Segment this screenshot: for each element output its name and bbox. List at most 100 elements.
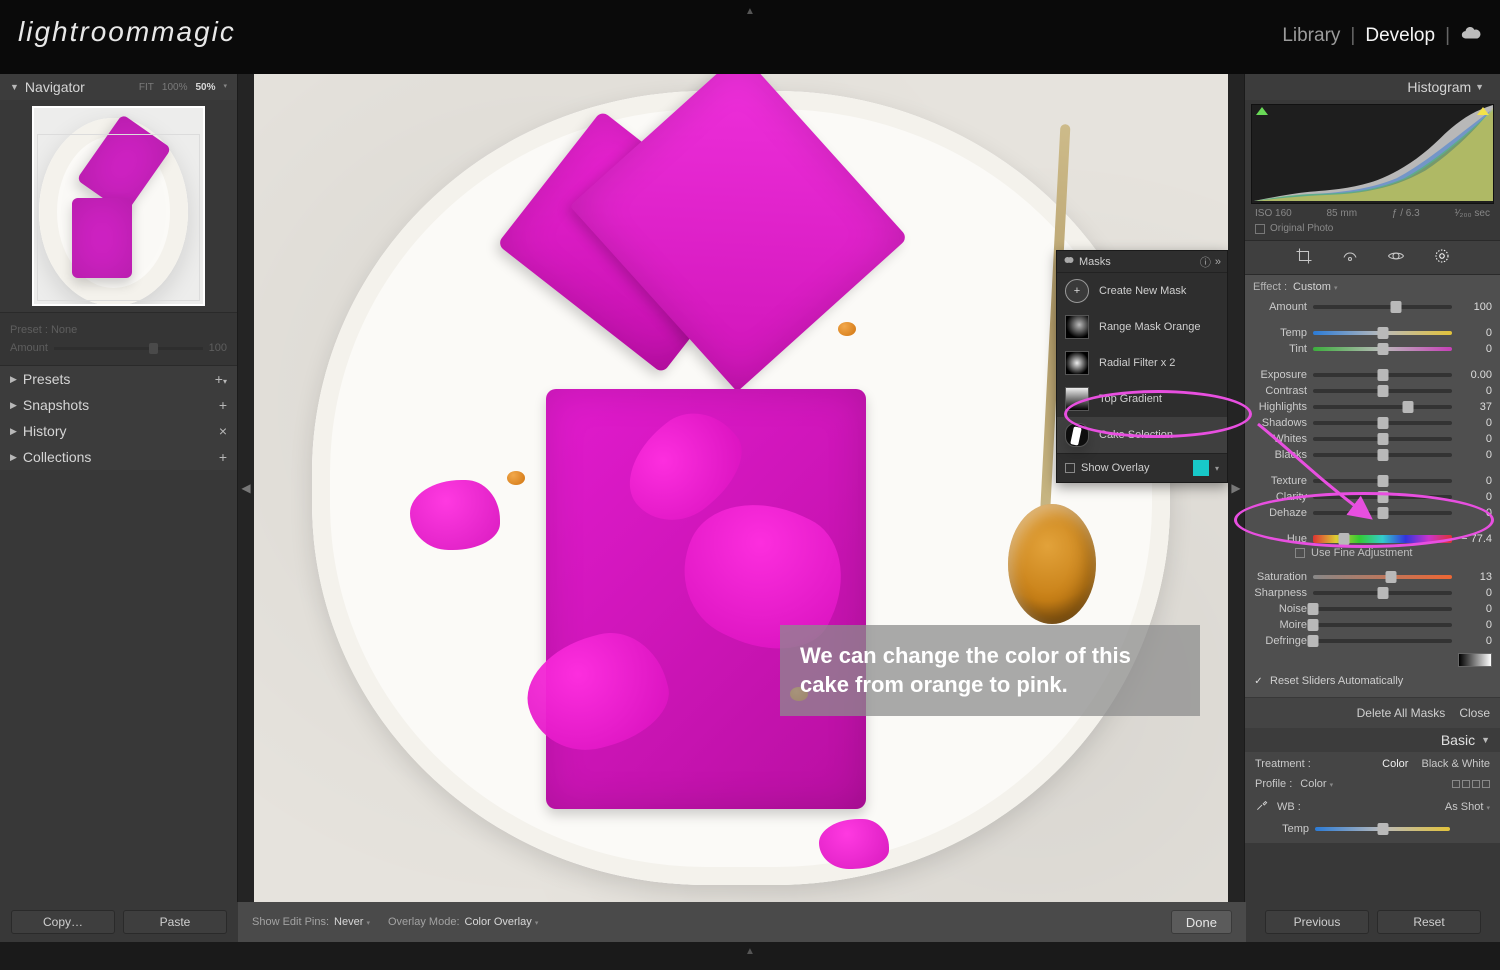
profile-browser-icon[interactable] [1452,780,1490,788]
texture-slider[interactable] [1313,479,1452,483]
basic-temp-slider[interactable] [1315,827,1450,831]
collections-header[interactable]: ▶Collections+ [0,444,237,470]
hue-value[interactable]: − 77.4 [1458,533,1492,545]
amount-slider[interactable] [1313,305,1452,309]
zoom-fit[interactable]: FIT [139,82,154,93]
sharpness-slider[interactable] [1313,591,1452,595]
crop-tool-icon[interactable] [1295,247,1313,268]
blacks-slider[interactable] [1313,453,1452,457]
hue-slider[interactable] [1313,535,1452,543]
history-header[interactable]: ▶History× [0,418,237,444]
filmstrip-toggle[interactable]: ▲ [0,942,1500,970]
temp-value[interactable]: 0 [1458,327,1492,339]
previous-button[interactable]: Previous [1265,910,1369,934]
histogram-header[interactable]: Histogram ▼ [1245,74,1500,100]
chevron-down-icon: ▼ [1475,82,1484,92]
reset-auto-checkbox[interactable]: ✓ [1253,676,1264,687]
noise-slider[interactable] [1313,607,1452,611]
create-new-mask[interactable]: + Create New Mask [1057,273,1227,309]
defringe-slider[interactable] [1313,639,1452,643]
basic-header[interactable]: Basic▼ [1245,728,1500,752]
cloud-sync-icon[interactable] [1460,22,1482,50]
navigator-header[interactable]: ▼ Navigator FIT 100% 50% ▾ [0,74,237,100]
amount-value[interactable]: 100 [1458,301,1492,313]
zoom-menu-icon[interactable]: ▾ [223,82,227,93]
module-library[interactable]: Library [1282,25,1340,47]
highlights-value[interactable]: 37 [1458,401,1492,413]
paste-button[interactable]: Paste [123,910,227,934]
saturation-value[interactable]: 13 [1458,571,1492,583]
zoom-100[interactable]: 100% [162,82,188,93]
mask-item-gradient[interactable]: Top Gradient [1057,381,1227,417]
texture-value[interactable]: 0 [1458,475,1492,487]
blacks-value[interactable]: 0 [1458,449,1492,461]
wb-dropper-icon[interactable] [1255,798,1269,815]
clarity-value[interactable]: 0 [1458,491,1492,503]
dehaze-slider[interactable] [1313,511,1452,515]
shadows-value[interactable]: 0 [1458,417,1492,429]
effect-preset-menu[interactable]: Custom ▾ [1293,281,1337,293]
done-button[interactable]: Done [1171,910,1232,934]
sharpness-value[interactable]: 0 [1458,587,1492,599]
treatment-bw[interactable]: Black & White [1422,758,1490,770]
add-icon[interactable]: +▾ [215,371,227,387]
mask-item-cake[interactable]: Cake Selection [1057,417,1227,453]
wb-preset-menu[interactable]: As Shot ▾ [1445,801,1490,813]
redeye-tool-icon[interactable] [1387,247,1405,268]
whites-slider[interactable] [1313,437,1452,441]
mask-adjustments: Effect :Custom ▾ Amount100Temp0Tint0Expo… [1245,275,1500,697]
mask-tool-icon[interactable] [1433,247,1451,268]
show-overlay-checkbox[interactable] [1065,463,1075,473]
exposure-slider[interactable] [1313,373,1452,377]
copy-button[interactable]: Copy… [11,910,115,934]
heal-tool-icon[interactable] [1341,247,1359,268]
moire-slider[interactable] [1313,623,1452,627]
mask-item-radial[interactable]: Radial Filter x 2 [1057,345,1227,381]
original-photo-checkbox[interactable] [1255,224,1265,234]
moire-value[interactable]: 0 [1458,619,1492,631]
exposure-value[interactable]: 0.00 [1458,369,1492,381]
saturation-slider[interactable] [1313,575,1452,579]
temp-slider[interactable] [1313,331,1452,335]
module-develop[interactable]: Develop [1365,25,1435,47]
contrast-slider[interactable] [1313,389,1452,393]
masks-collapse-icon[interactable]: » [1215,256,1221,268]
close-masks[interactable]: Close [1459,706,1490,720]
zoom-50[interactable]: 50% [195,82,215,93]
profile-menu[interactable]: Color ▾ [1300,778,1333,790]
defringe-value[interactable]: 0 [1458,635,1492,647]
overlay-menu-icon[interactable]: ▾ [1215,464,1219,473]
whites-value[interactable]: 0 [1458,433,1492,445]
show-pins-menu[interactable]: Never ▾ [334,916,370,928]
shadows-slider[interactable] [1313,421,1452,425]
fine-adjust-checkbox[interactable] [1295,548,1305,558]
overlay-mode-menu[interactable]: Color Overlay ▾ [465,916,539,928]
tint-slider[interactable] [1313,347,1452,351]
top-panel-caret[interactable]: ▲ [745,6,755,17]
snapshots-header[interactable]: ▶Snapshots+ [0,392,237,418]
image-canvas[interactable]: We can change the color of this cake fro… [254,74,1228,902]
left-rail-toggle[interactable]: ◀ [238,74,254,902]
masks-panel[interactable]: Masks ⓘ » + Create New Mask Range Mask O… [1056,250,1228,483]
treatment-color[interactable]: Color [1382,758,1408,770]
presets-header[interactable]: ▶Presets+▾ [0,366,237,392]
right-rail-toggle[interactable]: ▶ [1228,74,1244,902]
noise-value[interactable]: 0 [1458,603,1492,615]
histogram-graph[interactable] [1251,104,1494,204]
dehaze-value[interactable]: 0 [1458,507,1492,519]
preset-amount-slider[interactable] [54,347,203,350]
contrast-value[interactable]: 0 [1458,385,1492,397]
tint-value[interactable]: 0 [1458,343,1492,355]
delete-all-masks[interactable]: Delete All Masks [1357,706,1446,720]
clipping-highlights-icon[interactable] [1477,107,1489,115]
navigator-thumbnail[interactable] [32,106,205,306]
clarity-slider[interactable] [1313,495,1452,499]
bw-swatch-icon[interactable] [1458,653,1492,667]
masks-help-icon[interactable]: ⓘ [1200,254,1211,270]
clipping-shadows-icon[interactable] [1256,107,1268,115]
highlights-slider[interactable] [1313,405,1452,409]
overlay-color-chip[interactable] [1193,460,1209,476]
exif-readout: ISO 16085 mmƒ / 6.3¹⁄₂₀₀ sec [1245,206,1500,221]
mask-item-range[interactable]: Range Mask Orange [1057,309,1227,345]
reset-button[interactable]: Reset [1377,910,1481,934]
